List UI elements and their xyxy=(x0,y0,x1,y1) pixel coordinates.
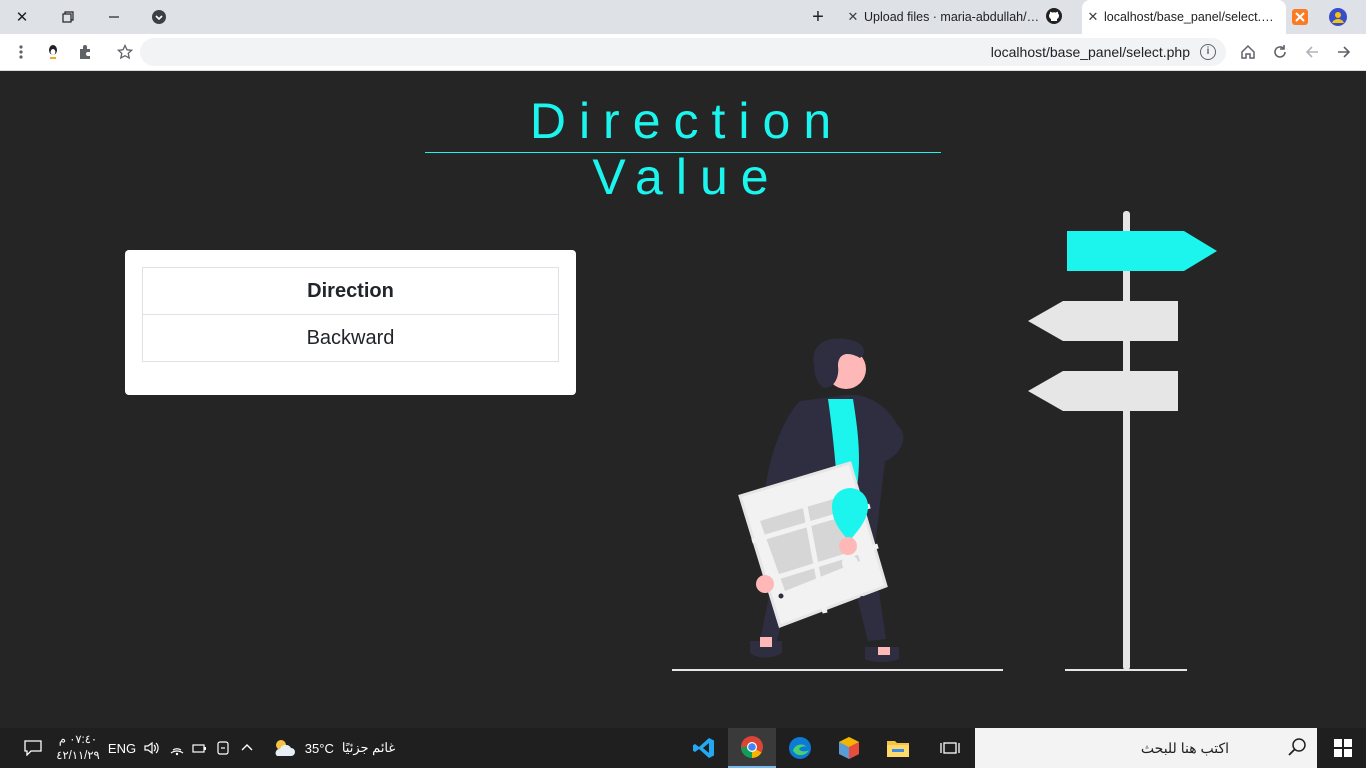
address-bar[interactable]: localhost/base_panel/select.php i xyxy=(140,38,1226,66)
windows-taskbar: ٠٧:٤٠ م ٤٢/١١/٢٩ ENG 35°C غائم جزئيًا اك… xyxy=(0,728,1366,768)
search-placeholder: اكتب هنا للبحث xyxy=(1140,740,1229,756)
xampp-favicon-icon[interactable] xyxy=(1289,0,1311,34)
forward-icon[interactable] xyxy=(1329,34,1359,70)
chrome-icon xyxy=(741,736,763,758)
extension-icon[interactable] xyxy=(70,34,100,70)
weather-desc: غائم جزئيًا xyxy=(341,740,396,755)
table-header-row: Direction xyxy=(142,267,559,315)
sign-left-lower xyxy=(1028,371,1178,411)
notifications-icon[interactable] xyxy=(20,728,46,768)
person-figure xyxy=(738,338,904,662)
sign-left-upper xyxy=(1028,301,1178,341)
tab-strip: ✕ + ✕ Upload files · maria-abdullah/Bas … xyxy=(0,0,1366,34)
reload-icon[interactable] xyxy=(1265,34,1295,70)
taskbar-file-explorer[interactable] xyxy=(874,728,922,768)
signpost-pole xyxy=(1123,211,1130,670)
window-restore-icon[interactable] xyxy=(54,0,82,34)
tab-close-icon[interactable]: ✕ xyxy=(842,9,864,25)
taskbar-search[interactable]: اكتب هنا للبحث xyxy=(975,728,1317,768)
page-title: Direction Value xyxy=(425,93,941,205)
vscode-icon xyxy=(693,738,714,758)
clock-time: ٠٧:٤٠ م xyxy=(58,734,98,746)
tab-title: Upload files · maria-abdullah/Bas xyxy=(864,10,1040,24)
cube-app-icon xyxy=(839,737,859,759)
battery-icon[interactable] xyxy=(188,728,210,768)
taskbar-edge[interactable] xyxy=(776,728,824,768)
profile-extension-icon[interactable] xyxy=(38,34,68,70)
menu-icon[interactable] xyxy=(6,34,36,70)
direction-value-cell: Backward xyxy=(142,314,559,362)
tab-title: localhost/base_panel/select.php xyxy=(1104,10,1278,24)
weather-cloud-sun-icon xyxy=(275,740,295,756)
table-header-direction: Direction xyxy=(142,267,559,315)
clock-date: ٤٢/١١/٢٩ xyxy=(56,750,100,762)
profile-avatar-icon[interactable] xyxy=(1327,0,1349,34)
chevron-up-icon[interactable] xyxy=(236,728,258,768)
weather-temp: 35°C xyxy=(304,740,334,756)
window-minimize-icon[interactable] xyxy=(100,0,128,34)
info-icon[interactable]: i xyxy=(1200,44,1216,60)
tab-github-upload[interactable]: ✕ Upload files · maria-abdullah/Bas xyxy=(842,0,1078,34)
browser-toolbar: localhost/base_panel/select.php i xyxy=(0,34,1366,71)
task-view-icon[interactable] xyxy=(926,728,974,768)
system-clock[interactable]: ٠٧:٤٠ م ٤٢/١١/٢٩ xyxy=(52,732,104,764)
edge-icon xyxy=(789,737,811,759)
home-icon[interactable] xyxy=(1233,34,1263,70)
direction-illustration xyxy=(672,211,1217,671)
tab-close-icon[interactable]: ✕ xyxy=(1082,9,1104,25)
new-tab-icon[interactable]: + xyxy=(806,0,830,34)
tab-search-icon[interactable] xyxy=(146,0,172,34)
window-close-icon[interactable]: ✕ xyxy=(8,0,36,34)
direction-table: Direction Backward xyxy=(142,267,559,362)
network-icon[interactable] xyxy=(166,728,188,768)
tab-localhost-select[interactable]: ✕ localhost/base_panel/select.php xyxy=(1082,0,1286,34)
page-content: Direction Value Direction Backward xyxy=(0,71,1366,728)
star-icon[interactable] xyxy=(110,34,140,70)
search-icon xyxy=(1287,736,1307,761)
folder-icon xyxy=(887,741,909,757)
taskbar-app-cube[interactable] xyxy=(825,728,873,768)
weather-widget[interactable]: 35°C غائم جزئيًا xyxy=(268,728,398,768)
volume-icon[interactable] xyxy=(140,728,162,768)
device-icon[interactable] xyxy=(212,728,234,768)
direction-card: Direction Backward xyxy=(125,250,576,395)
language-indicator[interactable]: ENG xyxy=(108,728,136,768)
address-url[interactable]: localhost/base_panel/select.php xyxy=(991,38,1190,66)
back-icon[interactable] xyxy=(1297,34,1327,70)
taskbar-chrome[interactable] xyxy=(728,728,776,768)
taskbar-vscode[interactable] xyxy=(680,728,728,768)
windows-start-icon[interactable] xyxy=(1320,728,1366,768)
sign-right-accent xyxy=(1067,231,1217,271)
table-row: Backward xyxy=(142,314,559,362)
github-icon xyxy=(1046,7,1062,27)
